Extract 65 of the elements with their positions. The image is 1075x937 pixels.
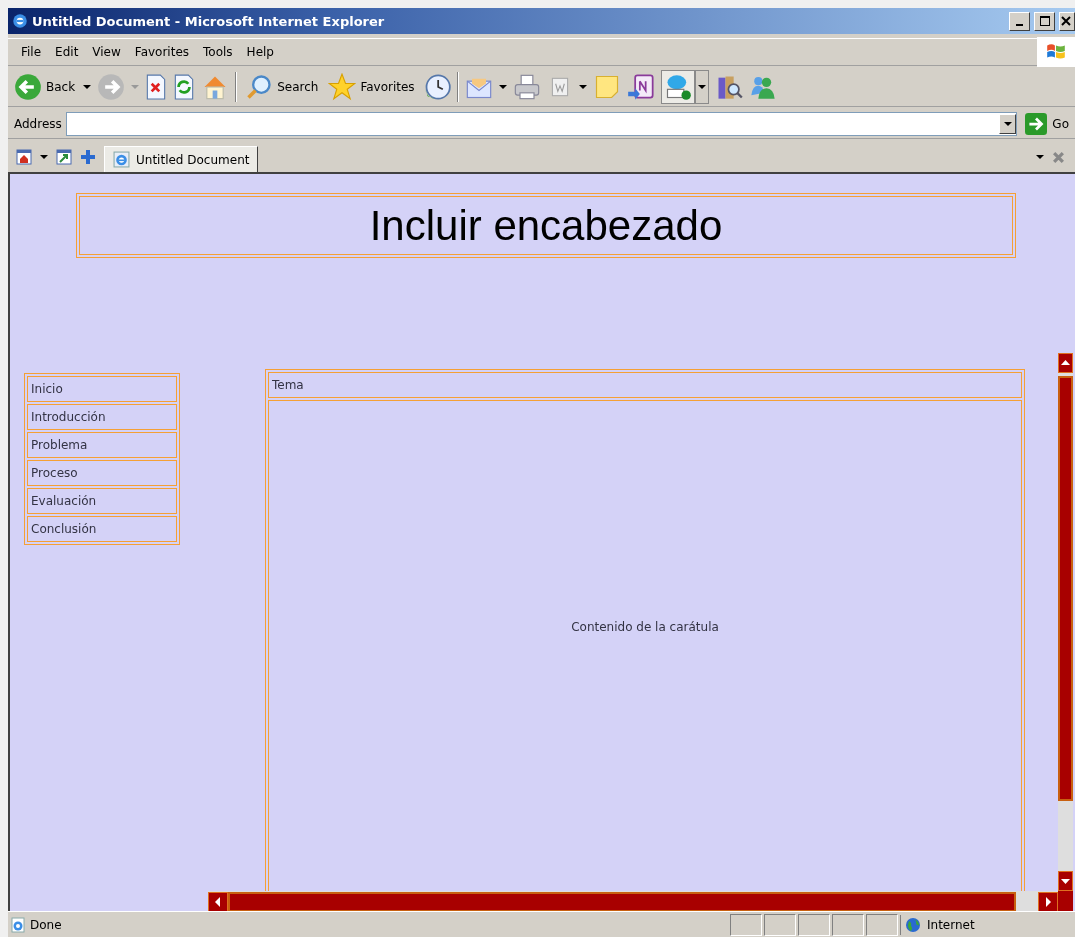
browser-icon bbox=[113, 151, 130, 168]
maximize-button[interactable] bbox=[1034, 11, 1055, 31]
globe-icon bbox=[905, 916, 921, 933]
zone-indicator: Internet bbox=[900, 914, 1075, 935]
refresh-icon[interactable] bbox=[173, 74, 196, 100]
status-pane bbox=[866, 913, 898, 936]
shortcut-icon[interactable] bbox=[56, 149, 72, 165]
vertical-scrollbar[interactable] bbox=[1058, 353, 1073, 891]
notebook-icon[interactable] bbox=[626, 73, 655, 101]
nav-link[interactable]: Inicio bbox=[27, 376, 177, 402]
dropdown-button[interactable] bbox=[694, 70, 709, 104]
scroll-thumb[interactable] bbox=[1058, 376, 1073, 801]
menu-item[interactable]: View bbox=[85, 45, 128, 59]
menu-item[interactable]: Edit bbox=[48, 45, 86, 59]
caret-icon[interactable] bbox=[1036, 155, 1044, 159]
favorites-button[interactable]: Favorites bbox=[326, 70, 417, 104]
minimize-button[interactable] bbox=[1009, 11, 1030, 31]
status-pane bbox=[832, 913, 864, 936]
window-title: Untitled Document - Microsoft Internet Explorer bbox=[32, 13, 385, 29]
phone-button[interactable] bbox=[660, 70, 695, 104]
menu-item[interactable]: Favorites bbox=[127, 45, 197, 59]
maximize-icon bbox=[1038, 15, 1051, 27]
status-text: Done bbox=[8, 916, 62, 933]
browser-icon bbox=[11, 12, 29, 30]
home-page-icon[interactable] bbox=[16, 149, 32, 165]
page-header: Incluir encabezado bbox=[76, 193, 1016, 258]
scroll-down-icon[interactable] bbox=[1058, 871, 1073, 891]
search-button[interactable]: Search bbox=[243, 70, 321, 104]
status-pane bbox=[764, 913, 796, 936]
menu-item[interactable]: Help bbox=[239, 45, 281, 59]
content-text: Contenido de la carátula bbox=[571, 620, 719, 636]
caret-icon[interactable] bbox=[498, 85, 507, 89]
caret-icon bbox=[697, 85, 706, 89]
star-icon bbox=[328, 73, 357, 101]
address-label: Address bbox=[14, 117, 62, 131]
caret-icon[interactable] bbox=[40, 155, 48, 159]
status-pane bbox=[730, 913, 762, 936]
caret-icon bbox=[1003, 122, 1012, 126]
scrollbar-corner bbox=[1058, 891, 1073, 911]
caret-icon[interactable] bbox=[83, 85, 92, 89]
back-button[interactable]: Back bbox=[12, 70, 78, 104]
nav-link[interactable]: Problema bbox=[27, 432, 177, 458]
scroll-left-icon[interactable] bbox=[208, 892, 228, 911]
nav-link[interactable]: Evaluación bbox=[27, 488, 177, 514]
scroll-right-icon[interactable] bbox=[1038, 892, 1058, 911]
menu-item[interactable]: File bbox=[14, 45, 49, 59]
close-button[interactable] bbox=[1059, 11, 1075, 31]
address-field[interactable] bbox=[65, 112, 1018, 136]
browser-tab[interactable]: Untitled Document bbox=[104, 146, 259, 172]
menu-item[interactable]: Tools bbox=[196, 45, 240, 59]
page-icon bbox=[10, 916, 26, 933]
go-button[interactable]: Go bbox=[1021, 113, 1075, 135]
scroll-up-icon[interactable] bbox=[1058, 353, 1073, 373]
nav-link[interactable]: Proceso bbox=[27, 460, 177, 486]
topic-title: Tema bbox=[268, 372, 1022, 398]
new-tab-icon[interactable] bbox=[80, 149, 96, 165]
stop-icon[interactable] bbox=[145, 74, 168, 100]
close-icon bbox=[1060, 15, 1072, 27]
nav-link[interactable]: Introducción bbox=[27, 404, 177, 430]
status-pane bbox=[798, 913, 830, 936]
search-icon bbox=[245, 73, 274, 101]
printer-icon[interactable] bbox=[512, 73, 541, 101]
caret-icon[interactable] bbox=[578, 85, 587, 89]
nav-link[interactable]: Conclusión bbox=[27, 516, 177, 542]
minimize-icon bbox=[1016, 24, 1023, 26]
